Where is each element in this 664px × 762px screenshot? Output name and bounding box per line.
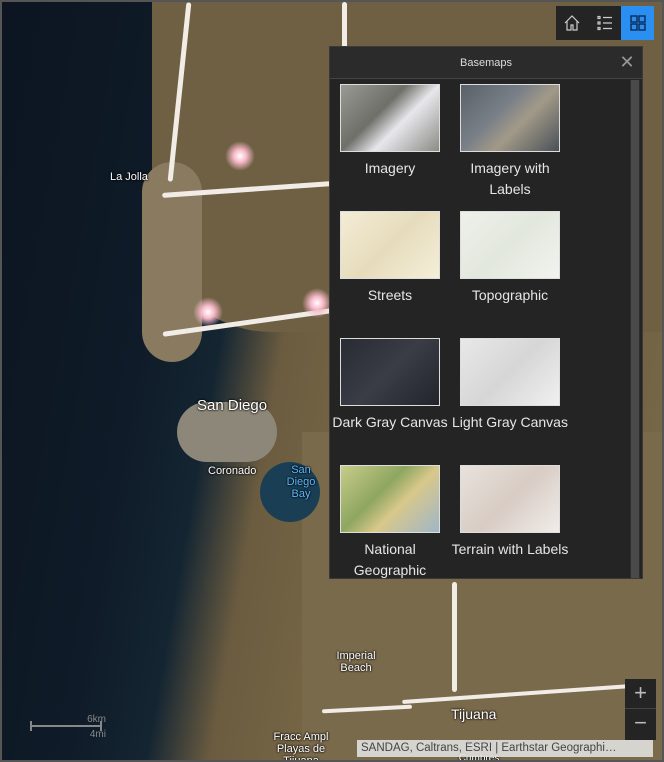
basemap-label: Light Gray Canvas <box>452 414 568 430</box>
basemap-label: Streets <box>367 287 413 303</box>
map-label: Fracc Ampl Playas de Tijuana <box>273 731 329 762</box>
basemap-gallery-icon <box>629 15 646 31</box>
basemap-thumbnail <box>340 211 440 279</box>
basemap-label: National Geographic <box>353 541 427 578</box>
basemap-label: Imagery with Labels <box>470 160 550 197</box>
basemap-thumbnail <box>340 465 440 533</box>
scrollbar-thumb[interactable] <box>631 80 639 578</box>
map-label: Tijuana <box>451 706 497 722</box>
basemap-thumbnail <box>460 338 560 406</box>
basemap-thumbnail <box>340 84 440 152</box>
zoom-out-button[interactable]: − <box>625 709 656 739</box>
close-button[interactable]: ✕ <box>618 53 636 71</box>
widget-toolbar <box>556 6 655 40</box>
basemap-label: Dark Gray Canvas <box>332 414 448 430</box>
scale-km: 6km <box>87 714 106 725</box>
basemap-thumbnail <box>460 211 560 279</box>
basemap-item[interactable]: Streets <box>330 211 450 306</box>
basemap-item[interactable]: Light Gray Canvas <box>450 338 570 433</box>
scrollbar[interactable] <box>630 80 640 578</box>
basemap-item[interactable]: Terrain with Labels <box>450 465 570 560</box>
basemap-item[interactable]: Imagery <box>330 84 450 179</box>
basemap-item[interactable]: Topographic <box>450 211 570 306</box>
close-icon: ✕ <box>619 52 635 72</box>
legend-button[interactable] <box>589 6 622 40</box>
basemap-gallery: Imagery Imagery with Labels Streets Topogra… <box>330 80 630 578</box>
scale-mi: 4mi <box>89 729 106 740</box>
basemap-gallery-button[interactable] <box>621 6 655 40</box>
basemap-item[interactable]: Dark Gray Canvas <box>330 338 450 433</box>
panel-header: Basemaps ✕ <box>330 47 642 79</box>
panel-title: Basemaps <box>460 56 512 69</box>
basemap-thumbnail <box>460 465 560 533</box>
legend-list-icon <box>597 15 612 31</box>
home-icon <box>564 15 580 31</box>
home-button[interactable] <box>556 6 589 40</box>
basemap-item[interactable]: National Geographic <box>330 465 450 578</box>
basemap-label: Imagery <box>364 160 416 176</box>
map-label: La Jolla <box>110 171 148 183</box>
map-label: San Diego <box>197 397 268 414</box>
basemap-thumbnail <box>460 84 560 152</box>
map-label: San Diego Bay <box>286 464 316 500</box>
basemap-label: Terrain with Labels <box>451 541 569 557</box>
map-label: Coronado <box>208 465 257 477</box>
zoom-controls: + − <box>625 679 656 740</box>
map-label: Imperial Beach <box>336 650 376 674</box>
basemap-item[interactable]: Imagery with Labels <box>450 84 570 200</box>
attribution[interactable]: SANDAG, Caltrans, ESRI | Earthstar Geogr… <box>357 740 653 757</box>
scale-bar: 6km 4mi <box>30 714 106 740</box>
basemap-label: Topographic <box>471 287 549 303</box>
zoom-in-button[interactable]: + <box>625 679 656 709</box>
basemaps-panel: Basemaps ✕ Imagery Imagery with Labels Str… <box>329 46 643 579</box>
basemap-thumbnail <box>340 338 440 406</box>
